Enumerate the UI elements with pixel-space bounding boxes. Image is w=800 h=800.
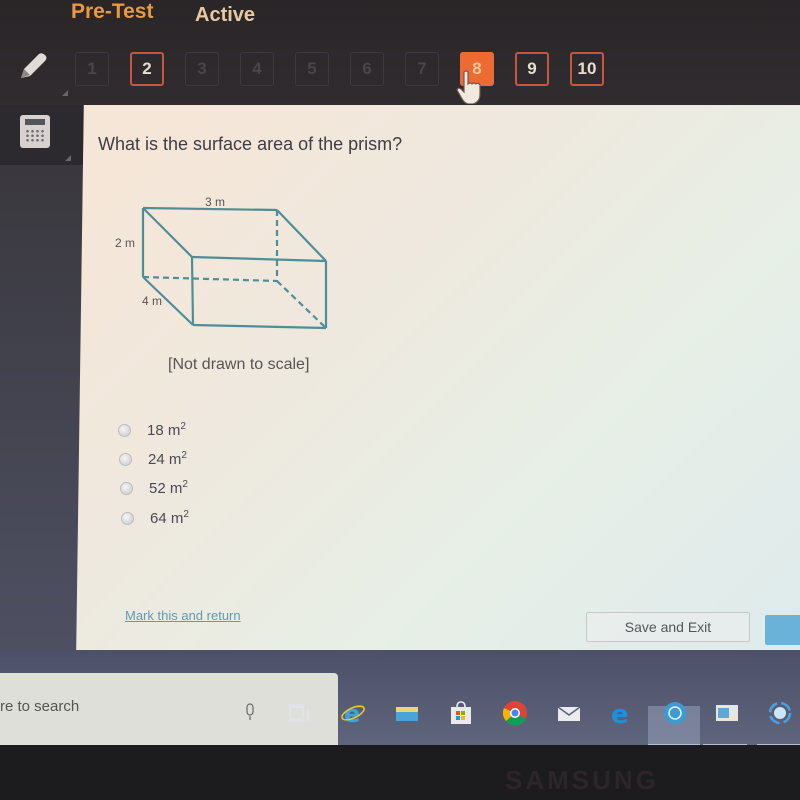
app-icon[interactable] bbox=[662, 700, 688, 726]
scale-note: [Not drawn to scale] bbox=[168, 356, 310, 373]
test-title: Pre-Test bbox=[71, 0, 154, 23]
monitor-brand: SAMSUNG bbox=[505, 765, 659, 795]
store-icon[interactable] bbox=[448, 700, 474, 726]
chrome-icon[interactable] bbox=[502, 700, 528, 726]
question-button-3[interactable]: 3 bbox=[185, 52, 219, 86]
answer-option-1[interactable]: 18 m2 bbox=[118, 418, 186, 442]
answer-option-3[interactable]: 52 m2 bbox=[120, 476, 188, 500]
internet-explorer-icon[interactable]: e bbox=[340, 700, 366, 726]
pencil-icon[interactable] bbox=[15, 50, 49, 84]
question-button-1[interactable]: 1 bbox=[75, 52, 109, 86]
mail-icon[interactable] bbox=[556, 700, 582, 726]
hand-cursor-icon bbox=[456, 70, 481, 104]
question-button-5[interactable]: 5 bbox=[295, 52, 329, 86]
calculator-menu-corner bbox=[65, 155, 71, 161]
question-button-6[interactable]: 6 bbox=[350, 52, 384, 86]
option-label: 64 m2 bbox=[150, 509, 189, 527]
next-button[interactable] bbox=[765, 615, 800, 645]
svg-text:e: e bbox=[611, 700, 629, 726]
app-window-icon[interactable] bbox=[714, 700, 740, 726]
option-label: 18 m2 bbox=[147, 421, 186, 439]
task-view-icon[interactable] bbox=[287, 700, 313, 726]
question-text: What is the surface area of the prism? bbox=[98, 134, 403, 154]
sync-app-icon[interactable] bbox=[767, 700, 793, 726]
answer-option-4[interactable]: 64 m2 bbox=[121, 506, 189, 530]
calculator-icon[interactable] bbox=[20, 115, 50, 148]
option-label: 52 m2 bbox=[149, 479, 188, 497]
svg-text:e: e bbox=[344, 700, 360, 726]
question-button-4[interactable]: 4 bbox=[240, 52, 274, 86]
question-button-10[interactable]: 10 bbox=[570, 52, 604, 86]
microphone-icon[interactable] bbox=[245, 703, 255, 721]
mark-and-return-link[interactable]: Mark this and return bbox=[125, 608, 241, 623]
test-status: Active bbox=[195, 4, 256, 26]
question-button-2[interactable]: 2 bbox=[130, 52, 164, 86]
radio-button[interactable] bbox=[120, 481, 133, 495]
option-label: 24 m2 bbox=[148, 450, 187, 468]
label-depth: 4 m bbox=[142, 294, 162, 308]
prism-figure: 3 m 2 m 4 m bbox=[115, 195, 328, 330]
monitor-bezel bbox=[0, 745, 800, 800]
radio-button[interactable] bbox=[121, 511, 134, 525]
file-explorer-icon[interactable] bbox=[394, 700, 420, 726]
label-length: 3 m bbox=[205, 195, 225, 209]
answer-option-2[interactable]: 24 m2 bbox=[119, 447, 187, 471]
label-height: 2 m bbox=[115, 236, 135, 250]
save-and-exit-button[interactable]: Save and Exit bbox=[586, 612, 750, 642]
pencil-menu-corner bbox=[62, 90, 68, 96]
radio-button[interactable] bbox=[118, 423, 131, 437]
search-placeholder: re to search bbox=[0, 698, 80, 715]
question-button-7[interactable]: 7 bbox=[405, 52, 439, 86]
edge-icon[interactable]: e bbox=[608, 700, 634, 726]
question-button-9[interactable]: 9 bbox=[515, 52, 549, 86]
radio-button[interactable] bbox=[119, 452, 132, 466]
